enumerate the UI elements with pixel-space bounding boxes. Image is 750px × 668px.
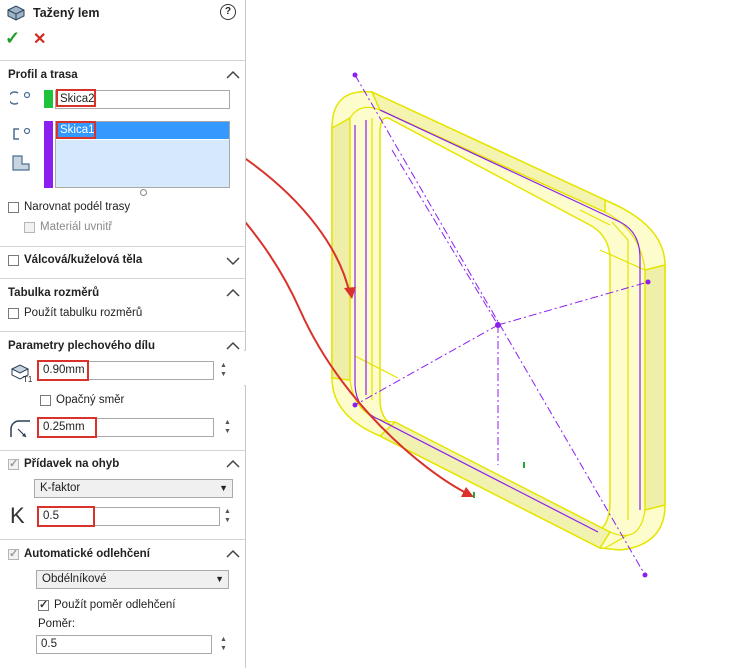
flange-icon: [12, 155, 30, 171]
bend-allowance-type-select[interactable]: K-faktor ▼: [34, 479, 233, 498]
expand-chevron-icon[interactable]: [226, 256, 240, 266]
chevron-down-icon: ▼: [215, 574, 224, 584]
collapse-chevron-icon[interactable]: [226, 70, 240, 80]
relief-ratio-spinner[interactable]: ▲ ▼: [217, 635, 230, 654]
divider: [0, 539, 245, 540]
property-manager: Tažený lem ? ✓ ✕ Profil a trasa Skica2 S…: [0, 0, 246, 668]
bend-allowance-type-value: K-faktor: [40, 482, 81, 494]
path-color-swatch: [44, 121, 53, 188]
bend-allowance-checkbox[interactable]: [8, 457, 19, 470]
cancel-button[interactable]: ✕: [33, 29, 46, 49]
bend-radius-icon: [10, 420, 30, 438]
collapse-chevron-icon[interactable]: [226, 459, 240, 469]
section-gauge-table-header: Tabulka rozměrů: [8, 287, 100, 299]
profile-sketch-icon: [10, 91, 31, 105]
reverse-direction-checkbox[interactable]: [40, 395, 51, 406]
divider: [0, 60, 245, 61]
use-gauge-table-label: Použít tabulku rozměrů: [24, 307, 143, 319]
profile-color-swatch: [44, 90, 53, 108]
thickness-icon: T1: [10, 364, 33, 383]
cylindrical-bodies-checkbox[interactable]: [8, 255, 19, 266]
path-sketch-icon: [13, 127, 31, 140]
ratio-label: Poměr:: [38, 618, 76, 630]
use-relief-ratio-label: Použít poměr odlehčení: [54, 599, 176, 611]
help-button[interactable]: ?: [220, 4, 236, 20]
material-inside-label: Materiál uvnitř: [40, 221, 113, 233]
k-factor-symbol: K: [10, 503, 25, 528]
relief-ratio-value: 0.5: [41, 638, 57, 650]
material-inside-checkbox[interactable]: [24, 222, 35, 233]
graphics-area[interactable]: [246, 0, 750, 668]
thickness-spinner[interactable]: ▲ ▼: [217, 361, 230, 380]
relief-ratio-field[interactable]: 0.5: [36, 635, 212, 654]
auto-relief-checkbox[interactable]: [8, 547, 19, 560]
chevron-down-icon: ▼: [219, 483, 228, 493]
divider: [0, 331, 245, 332]
divider: [0, 246, 245, 247]
reverse-direction-label: Opačný směr: [56, 394, 125, 406]
swept-flange-icon: [7, 5, 25, 21]
relief-type-select[interactable]: Obdélníkové ▼: [36, 570, 229, 589]
callout-box: [56, 89, 96, 107]
section-auto-relief-header: Automatické odlehčení: [24, 548, 150, 560]
callout-box: [56, 121, 96, 139]
use-relief-ratio-checkbox[interactable]: [38, 598, 49, 611]
collapse-chevron-icon[interactable]: [226, 288, 240, 298]
divider: [0, 278, 245, 279]
collapse-chevron-icon[interactable]: [226, 549, 240, 559]
ok-button[interactable]: ✓: [5, 28, 20, 49]
resize-handle[interactable]: [140, 189, 147, 196]
feature-title: Tažený lem: [33, 6, 100, 20]
callout-box: [37, 417, 97, 438]
svg-text:T1: T1: [23, 375, 33, 383]
divider: [0, 450, 245, 451]
bend-along-path-checkbox[interactable]: [8, 202, 19, 213]
bend-radius-spinner[interactable]: ▲ ▼: [221, 418, 234, 437]
use-gauge-table-checkbox[interactable]: [8, 308, 19, 319]
section-sheetmetal-params-header: Parametry plechového dílu: [8, 340, 155, 352]
bend-along-path-label: Narovnat podél trasy: [24, 201, 131, 213]
relief-type-value: Obdélníkové: [42, 573, 107, 585]
collapse-chevron-icon[interactable]: [226, 341, 240, 351]
swept-flange-model: [246, 72, 666, 578]
callout-box: [37, 506, 95, 527]
k-factor-spinner[interactable]: ▲ ▼: [221, 507, 234, 526]
section-cylindrical-header: Válcová/kuželová těla: [24, 254, 143, 266]
section-profile-header: Profil a trasa: [8, 69, 78, 81]
callout-box: [37, 360, 89, 381]
section-bend-allowance-header: Přídavek na ohyb: [24, 458, 120, 470]
